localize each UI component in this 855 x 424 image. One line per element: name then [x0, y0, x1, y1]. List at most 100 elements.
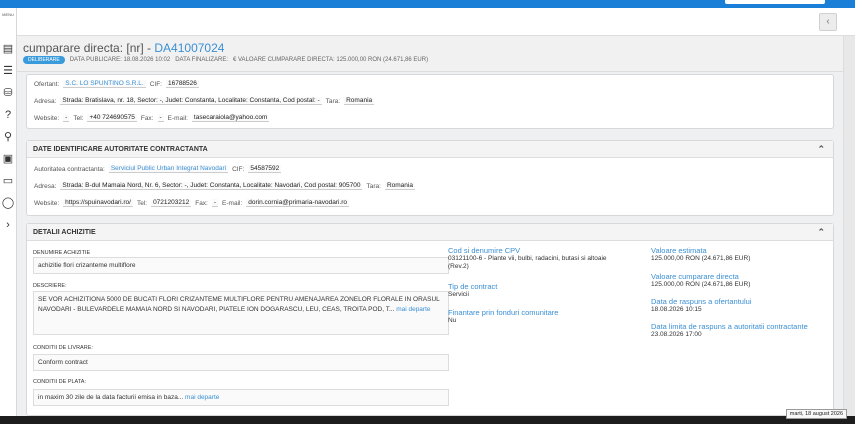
funding-value: Nu	[448, 317, 457, 324]
description-label: DESCRIERE:	[33, 283, 67, 289]
authority-website: https://spuinavodari.ro/	[63, 199, 133, 207]
offerer-website: -	[63, 114, 70, 122]
payment-value: in maxim 30 zile de la data facturii emi…	[38, 394, 184, 401]
offerer-country: Romania	[344, 97, 375, 105]
chevron-up-icon[interactable]: ⌃	[817, 141, 825, 158]
main-header: ‹	[17, 8, 855, 36]
offerer-fax-label: Fax:	[140, 114, 154, 122]
authority-tel-label: Tel:	[136, 199, 148, 207]
response-date-block: Data de raspuns a ofertantului 18.08.202…	[651, 298, 821, 314]
authority-country: Romania	[384, 182, 415, 190]
id-card-icon[interactable]: ▣	[1, 152, 15, 166]
authority-fax-label: Fax:	[195, 199, 208, 207]
cpv-block: Cod si denumire CPV 03121100-6 - Plante …	[448, 247, 623, 271]
contract-type-title: Tip de contract	[448, 282, 498, 291]
chevron-right-icon[interactable]: ›	[1, 218, 15, 232]
list-icon[interactable]: ☰	[1, 64, 15, 78]
description-text: SE VOR ACHIZITIONA 5000 DE BUCATI FLORI …	[38, 296, 440, 313]
offerer-address-row: Adresa: Strada: Bratislava, nr. 18, Sect…	[34, 97, 375, 105]
details-panel-title: DETALII ACHIZITIE	[33, 229, 96, 236]
authority-fax: -	[211, 199, 219, 207]
cpv-value: 03121100-6 - Plante vii, bulbi, radacini…	[448, 255, 607, 270]
payment-label: CONDITII DE PLATA:	[33, 379, 86, 385]
offerer-country-label: Tara:	[325, 97, 341, 105]
authority-cif: 54587592	[248, 165, 282, 173]
publish-date: DATA PUBLICARE: 18.08.2026 10:02	[69, 57, 171, 63]
procedure-code[interactable]: DA41007024	[154, 41, 224, 55]
status-badge: DELIBERARE	[23, 56, 65, 64]
deadline-block: Data limita de raspuns a autoritatii con…	[651, 323, 821, 339]
direct-value: 125.000,00 RON (24.671,86 EUR)	[651, 281, 751, 288]
offerer-fax: -	[157, 114, 164, 122]
back-button[interactable]: ‹	[819, 13, 837, 31]
cpv-title: Cod si denumire CPV	[448, 246, 521, 255]
authority-cif-label: CIF:	[232, 165, 245, 173]
response-date-title: Data de raspuns a ofertantului	[651, 297, 752, 306]
offerer-email: tasecaraiola@yahoo.com	[191, 114, 270, 122]
procedure-title: cumparare directa: [nr] - DA41007024	[23, 41, 224, 55]
procedure-title-prefix: cumparare directa: [nr] -	[23, 41, 155, 55]
authority-panel-title: DATE IDENTIFICARE AUTORITATE CONTRACTANT…	[33, 146, 208, 153]
top-bar	[0, 0, 855, 8]
procedure-meta: DELIBERARE DATA PUBLICARE: 18.08.2026 10…	[23, 56, 428, 64]
funding-title: Finantare prin fonduri comunitare	[448, 308, 559, 317]
deadline-value: 23.08.2026 17:00	[651, 331, 702, 338]
offerer-tel-label: Tel:	[73, 114, 84, 122]
response-date: 18.08.2026 10:15	[651, 306, 702, 313]
chat-icon[interactable]: ◯	[1, 196, 15, 210]
acquisition-name: achizitie flori crizanteme multiflore	[38, 262, 136, 269]
document-icon[interactable]: ▤	[1, 42, 15, 56]
deadline-title: Data limita de raspuns a autoritatii con…	[651, 322, 808, 331]
scrollbar[interactable]	[843, 36, 855, 416]
chevron-up-icon[interactable]: ⌃	[817, 224, 825, 241]
finalize-date: DATA FINALIZARE:	[175, 57, 228, 63]
direct-value-title: Valoare cumparare directa	[651, 272, 739, 281]
offerer-address-label: Adresa:	[34, 97, 57, 105]
acquisition-name-label: DENUMIRE ACHIZITIE	[33, 250, 91, 256]
estimated-value-title: Valoare estimata	[651, 246, 707, 255]
payment-field: in maxim 30 zile de la data facturii emi…	[33, 389, 449, 406]
offerer-panel: Ofertant: S.C. LO SPUNTINO S.R.L. CIF: 1…	[26, 74, 834, 129]
rocket-icon[interactable]: ⚲	[1, 130, 15, 144]
authority-name[interactable]: Serviciul Public Urban Integrat Navodari	[108, 165, 229, 173]
payment-more-link[interactable]: mai departe	[185, 394, 219, 401]
authority-panel-header[interactable]: DATE IDENTIFICARE AUTORITATE CONTRACTANT…	[27, 141, 833, 158]
offerer-name[interactable]: S.C. LO SPUNTINO S.R.L.	[63, 80, 146, 88]
direct-value-block: Valoare cumparare directa 125.000,00 RON…	[651, 273, 821, 289]
estimated-value-block: Valoare estimata 125.000,00 RON (24.671,…	[651, 247, 821, 263]
details-panel-header[interactable]: DETALII ACHIZITIE ⌃	[27, 224, 833, 241]
funding-block: Finantare prin fonduri comunitare Nu	[448, 309, 623, 325]
offerer-contact-row: Website: - Tel: +40 724690575 Fax: - E-m…	[34, 114, 270, 122]
delivery-value: Conform contract	[38, 359, 88, 366]
description-more-link[interactable]: mai departe	[396, 306, 430, 313]
details-panel: DETALII ACHIZITIE ⌃ DENUMIRE ACHIZITIE a…	[26, 223, 834, 416]
offerer-website-label: Website:	[34, 114, 60, 122]
offerer-cif-label: CIF:	[149, 80, 162, 88]
procedure-header: cumparare directa: [nr] - DA41007024 DEL…	[17, 36, 855, 72]
authority-address-label: Adresa:	[34, 182, 57, 190]
offerer-cif: 16788526	[165, 80, 199, 88]
database-icon[interactable]: ⛁	[1, 86, 15, 100]
delivery-field: Conform contract	[33, 354, 449, 371]
contract-type-block: Tip de contract Servicii	[448, 283, 623, 299]
offerer-address: Strada: Bratislava, nr. 18, Sector: -, J…	[60, 97, 322, 105]
taskbar	[0, 416, 855, 424]
acquisition-name-field: achizitie flori crizanteme multiflore	[33, 257, 449, 274]
monitor-icon[interactable]: ▭	[1, 174, 15, 188]
authority-country-label: Tara:	[366, 182, 381, 190]
top-bar-button[interactable]	[725, 0, 825, 4]
offerer-row: Ofertant: S.C. LO SPUNTINO S.R.L. CIF: 1…	[34, 80, 199, 88]
sidebar: MENU ▤ ☰ ⛁ ? ⚲ ▣ ▭ ◯ ›	[0, 8, 17, 416]
help-icon[interactable]: ?	[1, 108, 15, 122]
authority-label: Autoritatea contractanta:	[34, 165, 105, 173]
description-field: SE VOR ACHIZITIONA 5000 DE BUCATI FLORI …	[33, 291, 449, 335]
offerer-email-label: E-mail:	[167, 114, 188, 122]
offerer-tel: +40 724690575	[87, 114, 137, 122]
direct-purchase-value: € VALOARE CUMPARARE DIRECTA: 125.000,00 …	[233, 57, 429, 63]
authority-tel: 0721203212	[151, 199, 192, 207]
authority-website-label: Website:	[34, 199, 60, 207]
delivery-label: CONDITII DE LIVRARE:	[33, 345, 93, 351]
contract-type-value: Servicii	[448, 291, 469, 298]
menu-label[interactable]: MENU	[0, 8, 16, 17]
date-tooltip: marti, 18 august 2026	[785, 409, 847, 419]
